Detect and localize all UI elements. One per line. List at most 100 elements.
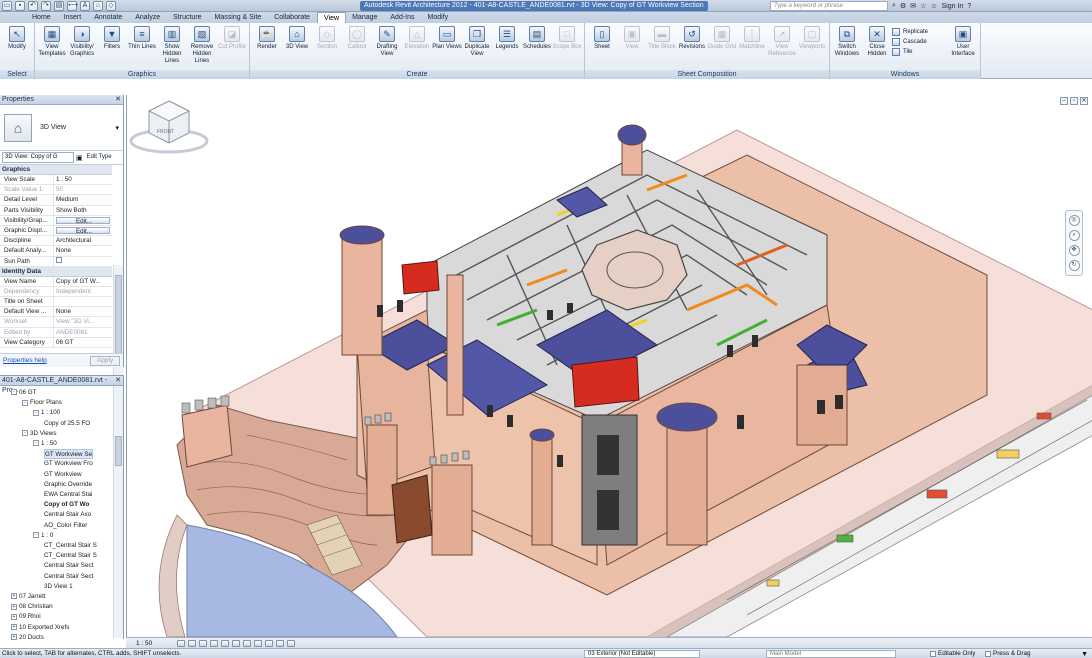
sun-path-icon[interactable] bbox=[199, 639, 208, 647]
browser-item[interactable]: GT Workview Fro bbox=[44, 459, 93, 469]
property-value[interactable]: Architectural bbox=[54, 236, 112, 245]
zoom-icon[interactable]: ⌕ bbox=[1068, 230, 1080, 241]
browser-item[interactable]: +10 Exported Xrefs bbox=[11, 623, 69, 633]
tab-annotate[interactable]: Annotate bbox=[88, 12, 129, 23]
apply-button[interactable]: Apply bbox=[90, 355, 120, 366]
editable-only-toggle[interactable]: Editable Only bbox=[930, 649, 975, 658]
measure-icon[interactable]: ⟷ bbox=[67, 1, 78, 11]
browser-scrollbar[interactable] bbox=[113, 386, 123, 638]
browser-item[interactable]: -1 : 100 bbox=[33, 408, 60, 418]
tab-add-ins[interactable]: Add-Ins bbox=[384, 12, 421, 23]
visual-style-icon[interactable] bbox=[188, 639, 197, 647]
text-icon[interactable]: A bbox=[80, 1, 90, 11]
tab-modify[interactable]: Modify bbox=[422, 12, 456, 23]
communication-icon[interactable]: ✉ bbox=[910, 2, 916, 10]
viewcube[interactable]: FRONT bbox=[127, 95, 211, 155]
close-icon[interactable]: ✕ bbox=[115, 376, 121, 386]
tab-structure[interactable]: Structure bbox=[167, 12, 208, 23]
edit-button[interactable]: Edit... bbox=[56, 226, 110, 235]
browser-item[interactable]: +20 Ducts bbox=[11, 633, 44, 643]
view-scale[interactable]: 1 : 50 bbox=[136, 640, 152, 647]
edit-button[interactable]: Edit... bbox=[56, 216, 110, 224]
save-icon[interactable]: ▪ bbox=[15, 1, 25, 11]
help-icon[interactable]: ? bbox=[967, 3, 971, 10]
browser-item[interactable]: -1 : 50 bbox=[33, 439, 57, 449]
press-drag-toggle[interactable]: Press & Drag bbox=[985, 649, 1030, 658]
scroll-thumb[interactable] bbox=[115, 275, 122, 355]
instance-selector[interactable]: 3D View: Copy of G bbox=[2, 152, 74, 163]
collapse-icon[interactable]: - bbox=[22, 430, 28, 437]
checkbox[interactable] bbox=[930, 651, 936, 657]
expand-icon[interactable]: + bbox=[11, 634, 17, 641]
browser-item[interactable]: Central Stair Sect bbox=[44, 561, 93, 571]
filter-icon[interactable]: ▼ bbox=[1081, 650, 1088, 658]
subscription-icon[interactable]: ⚙ bbox=[900, 2, 906, 10]
search-input[interactable]: Type a keyword or phrase bbox=[770, 1, 888, 11]
crop-icon[interactable] bbox=[232, 639, 241, 647]
collapse-icon[interactable]: - bbox=[33, 409, 39, 416]
orbit-icon[interactable]: ↻ bbox=[1068, 260, 1080, 271]
edit-type-icon[interactable]: ▣ bbox=[76, 154, 83, 162]
browser-item[interactable]: -1 : 0 bbox=[33, 531, 53, 541]
sun-path-checkbox[interactable] bbox=[56, 256, 62, 263]
browser-item[interactable]: CT_Central Stair S bbox=[44, 541, 97, 551]
tab-home[interactable]: Home bbox=[26, 12, 58, 23]
restore-icon[interactable]: ▫ bbox=[1070, 97, 1078, 105]
tile-button[interactable]: Tile bbox=[892, 48, 948, 56]
3d-viewport[interactable]: – ▫ ✕ FRONT ◎ ⌕ ✥ ↻ bbox=[126, 95, 1092, 637]
browser-item[interactable]: AO_Color Filter bbox=[44, 521, 87, 531]
expand-icon[interactable]: + bbox=[11, 623, 17, 630]
detail-level-icon[interactable] bbox=[177, 639, 186, 647]
print-icon[interactable]: ▤ bbox=[54, 1, 64, 11]
property-group-header[interactable]: Graphics bbox=[0, 165, 112, 175]
browser-item[interactable]: CT_Central Stair S bbox=[44, 551, 97, 561]
sign-in-button[interactable]: Sign In bbox=[942, 3, 964, 10]
browser-item[interactable]: GT Workview bbox=[44, 470, 82, 480]
pan-icon[interactable]: ✥ bbox=[1068, 245, 1080, 256]
browser-item[interactable]: Central Stair Sect bbox=[44, 572, 93, 582]
browser-item[interactable]: Copy of GT Wo bbox=[44, 500, 89, 510]
property-value[interactable]: None bbox=[54, 307, 112, 316]
browser-item[interactable]: +09 Rhoi bbox=[11, 612, 41, 622]
property-value[interactable]: 06 GT bbox=[54, 338, 112, 347]
favorites-icon[interactable]: ☆ bbox=[920, 2, 926, 10]
type-selector[interactable]: ⌂ 3D View ▾ bbox=[0, 105, 123, 151]
property-value[interactable]: 1 : 50 bbox=[54, 175, 112, 184]
cascade-button[interactable]: Cascade bbox=[892, 38, 948, 46]
property-value[interactable] bbox=[54, 256, 112, 266]
browser-item[interactable]: -3D Views bbox=[22, 429, 56, 439]
expand-icon[interactable]: + bbox=[11, 613, 17, 620]
temp-hide-icon[interactable] bbox=[265, 639, 274, 647]
tab-view[interactable]: View bbox=[317, 12, 347, 23]
tab-massing-site[interactable]: Massing & Site bbox=[209, 12, 269, 23]
browser-item[interactable]: Graphic Override bbox=[44, 480, 92, 490]
open-icon[interactable]: ▭ bbox=[2, 1, 12, 11]
property-value[interactable]: Copy of GT W... bbox=[54, 277, 112, 286]
tab-collaborate[interactable]: Collaborate bbox=[268, 12, 317, 23]
expand-icon[interactable]: + bbox=[11, 593, 17, 600]
scroll-thumb[interactable] bbox=[115, 436, 122, 466]
undo-icon[interactable]: ↶ bbox=[28, 1, 38, 11]
user-icon[interactable]: ☺ bbox=[930, 3, 937, 10]
browser-item[interactable]: GT Workview Se bbox=[44, 449, 94, 460]
active-workset-select[interactable]: 03 Exterior (Not Editable) bbox=[584, 650, 700, 658]
tab-manage[interactable]: Manage bbox=[346, 12, 384, 23]
redo-icon[interactable]: ↷ bbox=[41, 1, 51, 11]
worksharing-icon[interactable] bbox=[287, 639, 296, 647]
minimize-icon[interactable]: – bbox=[1060, 97, 1068, 105]
browser-item[interactable]: -06 GT bbox=[11, 388, 37, 398]
chevron-down-icon[interactable]: ▾ bbox=[115, 124, 119, 132]
steering-wheel-icon[interactable]: ◎ bbox=[1068, 215, 1080, 226]
tab-insert[interactable]: Insert bbox=[58, 12, 89, 23]
design-option-select[interactable]: Main Model bbox=[766, 650, 896, 658]
reveal-hidden-icon[interactable] bbox=[276, 639, 285, 647]
replicate-button[interactable]: Replicate bbox=[892, 28, 948, 36]
property-group-header[interactable]: Identity Data bbox=[0, 266, 112, 277]
tab-analyze[interactable]: Analyze bbox=[129, 12, 167, 23]
collapse-icon[interactable]: - bbox=[33, 440, 39, 447]
browser-item[interactable]: +08 Christian bbox=[11, 602, 53, 612]
3d-view-icon[interactable]: ⌂ bbox=[93, 1, 103, 11]
property-value[interactable]: None bbox=[54, 246, 112, 255]
collapse-icon[interactable]: - bbox=[22, 399, 28, 406]
checkbox[interactable] bbox=[985, 651, 991, 657]
